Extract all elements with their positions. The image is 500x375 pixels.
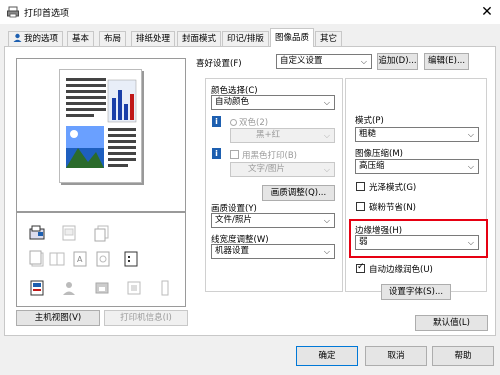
- black-print-label: 用黑色打印(B): [242, 151, 297, 161]
- pattern-label: 模式(P): [355, 116, 384, 126]
- gloss-mode-label: 光泽模式(G): [369, 183, 417, 193]
- window-title: 打印首选项: [24, 9, 70, 19]
- secure-print-icon: [95, 282, 109, 294]
- black-print-checkbox[interactable]: [230, 150, 239, 159]
- color-select-value: 自动颜色: [215, 97, 250, 107]
- ok-button[interactable]: 确定: [296, 346, 358, 366]
- finishing-icon: [124, 251, 138, 267]
- compression-label: 图像压缩(M): [355, 149, 403, 159]
- title-bar: 打印首选项 ✕: [0, 0, 500, 24]
- tab-label: 基本: [72, 34, 90, 44]
- printer-icon: [7, 6, 19, 18]
- font-settings-button[interactable]: 设置字体(S)...: [381, 284, 451, 300]
- chevron-down-icon: ⌵: [323, 165, 330, 174]
- button-label: 主机视图(V): [34, 313, 82, 323]
- info-icon[interactable]: i: [212, 116, 221, 127]
- stamp-icon: A: [73, 251, 87, 267]
- dual-color-label: 双色(2): [230, 116, 268, 128]
- pattern-dropdown[interactable]: 粗糙 ⌵: [355, 127, 479, 142]
- auto-trapping-checkbox[interactable]: [356, 262, 365, 273]
- close-icon[interactable]: ✕: [478, 3, 496, 21]
- radio-icon[interactable]: [230, 119, 237, 126]
- user-auth-icon: [63, 282, 75, 295]
- button-label: 确定: [318, 351, 336, 361]
- button-label: 追加(D)...: [378, 56, 417, 66]
- button-label: 设置字体(S)...: [388, 287, 444, 297]
- button-label: 默认值(L): [433, 318, 470, 328]
- chevron-down-icon: ⌵: [323, 98, 330, 107]
- defaults-button[interactable]: 默认值(L): [415, 315, 488, 331]
- pattern-value: 粗糙: [359, 129, 377, 139]
- chevron-down-icon: ⌵: [467, 130, 474, 139]
- tab-basic[interactable]: 基本: [67, 31, 95, 46]
- chevron-down-icon: ⌵: [467, 162, 474, 171]
- staple-icon: [29, 250, 44, 267]
- chevron-down-icon: ⌵: [323, 247, 330, 256]
- box-save-icon: [127, 281, 141, 295]
- info-icon[interactable]: i: [212, 148, 221, 159]
- chevron-down-icon: ⌵: [323, 216, 330, 225]
- help-button[interactable]: 帮助: [432, 346, 494, 366]
- button-label: 取消: [387, 351, 405, 361]
- chevron-down-icon: ⌵: [323, 131, 330, 140]
- button-label: 编辑(E)...: [427, 56, 466, 66]
- dual-color-value: 黑+红: [256, 130, 281, 140]
- tab-layout[interactable]: 布局: [99, 31, 127, 46]
- tab-stamp-composition[interactable]: 印记/排版: [222, 31, 269, 46]
- svg-text:A: A: [77, 255, 83, 264]
- button-label: 帮助: [454, 351, 472, 361]
- color-select-dropdown[interactable]: 自动颜色 ⌵: [211, 95, 335, 110]
- black-print-value: 文字/图片: [248, 164, 285, 174]
- favorites-value: 自定义设置: [280, 56, 323, 66]
- black-print-dropdown[interactable]: 文字/图片 ⌵: [230, 162, 335, 177]
- tab-label: 图像品质: [275, 33, 310, 43]
- edge-enhance-highlight: [349, 219, 488, 258]
- edit-favorite-button[interactable]: 编辑(E)...: [424, 53, 469, 70]
- compression-value: 高压缩: [359, 161, 385, 171]
- tab-other[interactable]: 其它: [315, 31, 343, 46]
- add-favorite-button[interactable]: 追加(D)...: [377, 53, 418, 70]
- user-icon: [13, 33, 22, 42]
- tab-label: 其它: [320, 34, 338, 44]
- favorites-select[interactable]: 自定义设置 ⌵: [276, 54, 372, 69]
- line-width-dropdown[interactable]: 机器设置 ⌵: [211, 244, 335, 259]
- toner-save-label: 碳粉节省(N): [369, 203, 416, 213]
- tab-cover-mode[interactable]: 封面模式: [177, 31, 222, 46]
- document-preview-image: [59, 69, 142, 183]
- tab-label: 布局: [104, 34, 122, 44]
- dual-color-dropdown[interactable]: 黑+红 ⌵: [230, 128, 335, 143]
- auto-trapping-label: 自动边缘润色(U): [369, 265, 433, 275]
- image-settings-dropdown[interactable]: 文件/照片 ⌵: [211, 213, 335, 228]
- tab-label: 封面模式: [182, 34, 217, 44]
- printer-info-button[interactable]: 打印机信息(I): [104, 310, 188, 326]
- cover-page-icon: [30, 280, 44, 296]
- chevron-down-icon: ⌵: [360, 57, 367, 66]
- fax-icon: [29, 225, 45, 240]
- toner-save-checkbox[interactable]: [356, 202, 365, 211]
- image-settings-value: 文件/照片: [215, 215, 252, 225]
- tab-my-options[interactable]: 我的选项: [8, 31, 64, 46]
- tab-image-quality[interactable]: 图像品质: [270, 28, 315, 47]
- button-label: 打印机信息(I): [120, 313, 172, 323]
- favorites-label: 喜好设置(F): [196, 59, 242, 69]
- tab-label: 排纸处理: [136, 34, 171, 44]
- tab-finishing[interactable]: 排纸处理: [131, 31, 176, 46]
- printer-view-button[interactable]: 主机视图(V): [16, 310, 100, 326]
- gloss-mode-checkbox[interactable]: [356, 182, 365, 191]
- tab-label: 印记/排版: [227, 34, 264, 44]
- cancel-button[interactable]: 取消: [365, 346, 427, 366]
- copy-icon: [94, 225, 109, 242]
- dual-color-text: 双色(2): [239, 118, 269, 128]
- watermark-icon: [96, 251, 110, 267]
- page-layout-icon: [62, 225, 76, 241]
- line-width-value: 机器设置: [215, 246, 250, 256]
- button-label: 画质调整(Q)...: [270, 188, 327, 198]
- toner-icon: [161, 280, 169, 296]
- booklet-icon: [49, 252, 65, 266]
- tab-label: 我的选项: [24, 34, 59, 44]
- image-adjust-button[interactable]: 画质调整(Q)...: [262, 185, 335, 201]
- compression-dropdown[interactable]: 高压缩 ⌵: [355, 159, 479, 174]
